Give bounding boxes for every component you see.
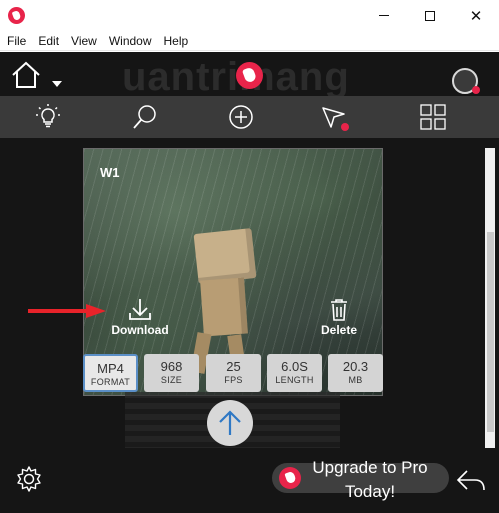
size-label: SIZE: [160, 375, 183, 385]
download-icon: [129, 299, 151, 320]
menu-file[interactable]: File: [0, 31, 32, 51]
info-chip-format[interactable]: MP4 FORMAT: [83, 354, 138, 392]
menu-view[interactable]: View: [65, 31, 103, 51]
upgrade-text[interactable]: Upgrade to Pro Today!: [260, 456, 480, 504]
video-title: W1: [100, 165, 120, 180]
format-value: MP4: [97, 361, 124, 376]
info-chip-fps[interactable]: 25 FPS: [206, 354, 261, 392]
lightbulb-icon: [36, 104, 60, 128]
info-chip-length[interactable]: 6.0S LENGTH: [267, 354, 322, 392]
home-icon[interactable]: [10, 60, 42, 90]
download-button[interactable]: Download: [108, 297, 172, 341]
scrollbar-thumb[interactable]: [487, 232, 494, 432]
settings-icon[interactable]: [14, 464, 44, 494]
arrow-up-icon: [219, 410, 241, 435]
mb-value: 20.3: [342, 359, 369, 374]
delete-label: Delete: [320, 323, 358, 337]
maximize-button[interactable]: [407, 0, 453, 31]
delete-button[interactable]: Delete: [314, 297, 364, 341]
menu-edit[interactable]: Edit: [32, 31, 65, 51]
trash-icon: [331, 299, 347, 321]
length-label: LENGTH: [275, 375, 314, 385]
toolbar: [0, 96, 499, 138]
menu-window[interactable]: Window: [103, 31, 158, 51]
brand-logo-icon: [236, 62, 263, 89]
upload-button[interactable]: [207, 400, 253, 446]
minimize-button[interactable]: [361, 0, 407, 31]
minimize-icon: [379, 15, 389, 16]
app-area: uantrimang: [0, 52, 499, 513]
thumbnail-figure: [193, 228, 257, 284]
search-button[interactable]: [128, 101, 162, 133]
notification-dot: [472, 86, 480, 94]
menu-help[interactable]: Help: [158, 31, 195, 51]
length-value: 6.0S: [281, 359, 308, 374]
size-value: 968: [160, 359, 183, 374]
add-icon: [229, 105, 253, 129]
info-chip-size[interactable]: 968 SIZE: [144, 354, 199, 392]
upgrade-line-2: Today!: [344, 482, 396, 501]
close-button[interactable]: ✕: [453, 0, 499, 31]
annotation-arrow: [28, 304, 106, 318]
app-logo-icon: [8, 7, 25, 24]
grid-button[interactable]: [416, 101, 450, 133]
share-notification-dot: [341, 123, 349, 131]
mb-label: MB: [348, 375, 363, 385]
download-label: Download: [111, 323, 169, 337]
fps-label: FPS: [224, 375, 243, 385]
search-icon: [133, 105, 156, 129]
info-chip-mb[interactable]: 20.3 MB: [328, 354, 383, 392]
menu-bar: File Edit View Window Help: [0, 31, 499, 51]
grid-icon: [420, 104, 446, 130]
ideas-button[interactable]: [31, 101, 65, 133]
chevron-down-icon[interactable]: [52, 81, 62, 87]
back-icon[interactable]: [455, 468, 487, 494]
fps-value: 25: [226, 359, 241, 374]
bottom-bar: Upgrade to Pro Today!: [0, 448, 499, 513]
title-bar: ✕: [0, 0, 499, 31]
upgrade-line-1: Upgrade to Pro: [312, 458, 428, 477]
maximize-icon: [425, 10, 435, 21]
format-label: FORMAT: [90, 377, 131, 387]
add-button[interactable]: [224, 101, 258, 133]
